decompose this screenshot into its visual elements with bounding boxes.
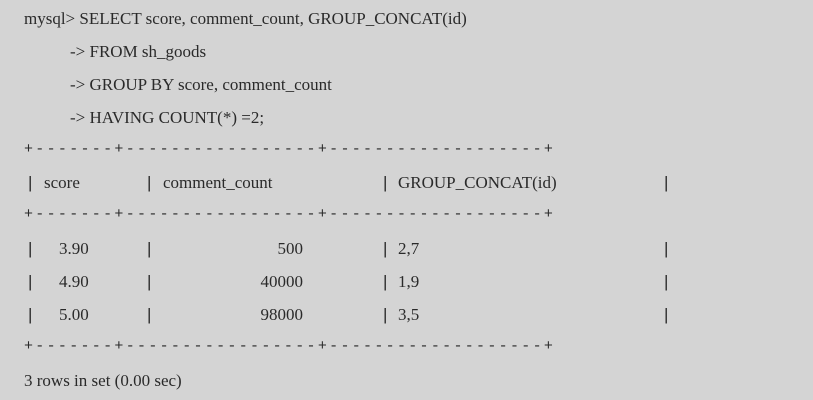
column-separator: | [28,305,33,324]
cell-comment-count: 40000 [260,272,304,291]
cell-group-concat: 3,5 [398,305,420,324]
result-summary: 3 rows in set (0.00 sec) [24,371,182,390]
column-separator: | [664,239,669,258]
cell-score: 4.90 [59,272,89,291]
table-border-header: +-------+-----------------+-------------… [24,206,556,223]
column-separator: | [147,173,152,192]
column-separator: | [383,272,388,291]
table-border-bottom: +-------+-----------------+-------------… [24,338,556,355]
cell-score: 5.00 [59,305,89,324]
cell-comment-count: 98000 [260,305,304,324]
column-separator: | [28,239,33,258]
column-separator: | [383,173,388,192]
header-group-concat: GROUP_CONCAT(id) [398,173,557,192]
column-separator: | [664,305,669,324]
cell-comment-count: 500 [277,239,304,258]
table-border-top: +-------+-----------------+-------------… [24,141,556,158]
continuation-line: -> GROUP BY score, comment_count [70,75,332,94]
column-separator: | [664,173,669,192]
column-separator: | [28,272,33,291]
continuation-line: -> HAVING COUNT(*) =2; [70,108,265,127]
header-comment-count: comment_count [163,173,273,192]
cell-group-concat: 2,7 [398,239,420,258]
prompt-line: mysql> SELECT score, comment_count, GROU… [24,9,467,28]
column-separator: | [147,305,152,324]
column-separator: | [147,272,152,291]
column-separator: | [383,305,388,324]
header-score: score [44,173,80,192]
column-separator: | [147,239,152,258]
column-separator: | [383,239,388,258]
mysql-console: mysql> SELECT score, comment_count, GROU… [0,0,813,400]
continuation-line: -> FROM sh_goods [70,42,207,61]
column-separator: | [28,173,33,192]
column-separator: | [664,272,669,291]
cell-score: 3.90 [59,239,89,258]
cell-group-concat: 1,9 [398,272,420,291]
